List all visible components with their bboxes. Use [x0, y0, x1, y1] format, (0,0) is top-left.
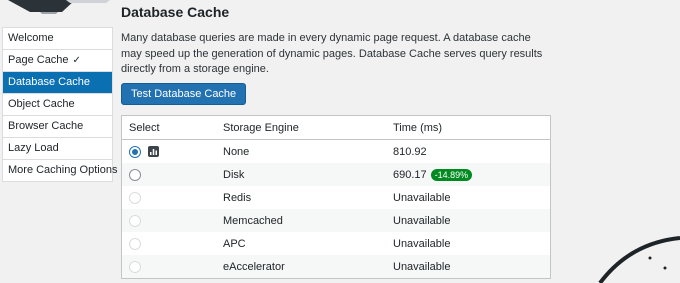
sidebar-item-label: Object Cache [8, 98, 75, 110]
time-value: Unavailable [393, 237, 451, 250]
sidebar-item-label: Lazy Load [8, 142, 59, 154]
column-header-time: Time (ms) [393, 121, 443, 134]
radio-button [129, 191, 141, 204]
sidebar-item-welcome[interactable]: Welcome [3, 28, 112, 50]
radio-button [129, 237, 141, 250]
stats-icon [148, 146, 159, 157]
sidebar-item-label: Page Cache [8, 54, 69, 66]
radio-button[interactable] [129, 145, 141, 158]
sidebar-item-more-caching-options[interactable]: More Caching Options [3, 160, 117, 181]
table-row: APC Unavailable [122, 232, 550, 255]
radio-button [129, 260, 141, 273]
time-value: 690.17 [393, 168, 427, 181]
table-row[interactable]: Disk 690.17 -14.89% [122, 163, 550, 186]
table-header: Select Storage Engine Time (ms) [122, 116, 550, 140]
time-value: Unavailable [393, 260, 451, 273]
time-value: Unavailable [393, 191, 451, 204]
radio-button [129, 214, 141, 227]
decorative-arc [598, 236, 680, 283]
engine-name: None [223, 145, 250, 158]
sidebar-item-browser-cache[interactable]: Browser Cache [3, 116, 112, 138]
table-row: Memcached Unavailable [122, 209, 550, 232]
test-database-cache-button[interactable]: Test Database Cache [121, 83, 247, 105]
sidebar-item-lazy-load[interactable]: Lazy Load [3, 138, 112, 160]
column-header-select: Select [129, 121, 160, 134]
engine-name: Disk [223, 168, 245, 181]
table-row[interactable]: None 810.92 [122, 140, 550, 163]
sidebar-item-object-cache[interactable]: Object Cache [3, 94, 112, 116]
page-title: Database Cache [121, 4, 230, 20]
sidebar-item-page-cache[interactable]: Page Cache ✓ [3, 50, 112, 72]
table-row: eAccelerator Unavailable [122, 255, 550, 278]
table-row: Redis Unavailable [122, 186, 550, 209]
section-description: Many database queries are made in every … [121, 32, 543, 75]
sidebar-nav: Welcome Page Cache ✓ Database Cache Objec… [2, 27, 117, 182]
time-value: Unavailable [393, 214, 451, 227]
storage-engine-table: Select Storage Engine Time (ms) None 810… [121, 115, 551, 279]
sidebar-item-label: Browser Cache [8, 120, 84, 132]
engine-name: Memcached [223, 214, 283, 227]
checkmark-icon: ✓ [72, 55, 81, 66]
sidebar-item-label: More Caching Options [8, 164, 118, 176]
engine-name: Redis [223, 191, 252, 204]
time-value: 810.92 [393, 145, 427, 158]
sidebar-item-database-cache[interactable]: Database Cache [3, 72, 112, 94]
sidebar-item-label: Welcome [8, 32, 54, 44]
radio-button[interactable] [129, 168, 141, 181]
column-header-engine: Storage Engine [223, 121, 299, 134]
header-illustration [8, 0, 110, 14]
engine-name: eAccelerator [223, 260, 285, 273]
engine-name: APC [223, 237, 246, 250]
sidebar-item-label: Database Cache [8, 76, 90, 88]
performance-badge: -14.89% [430, 168, 473, 181]
